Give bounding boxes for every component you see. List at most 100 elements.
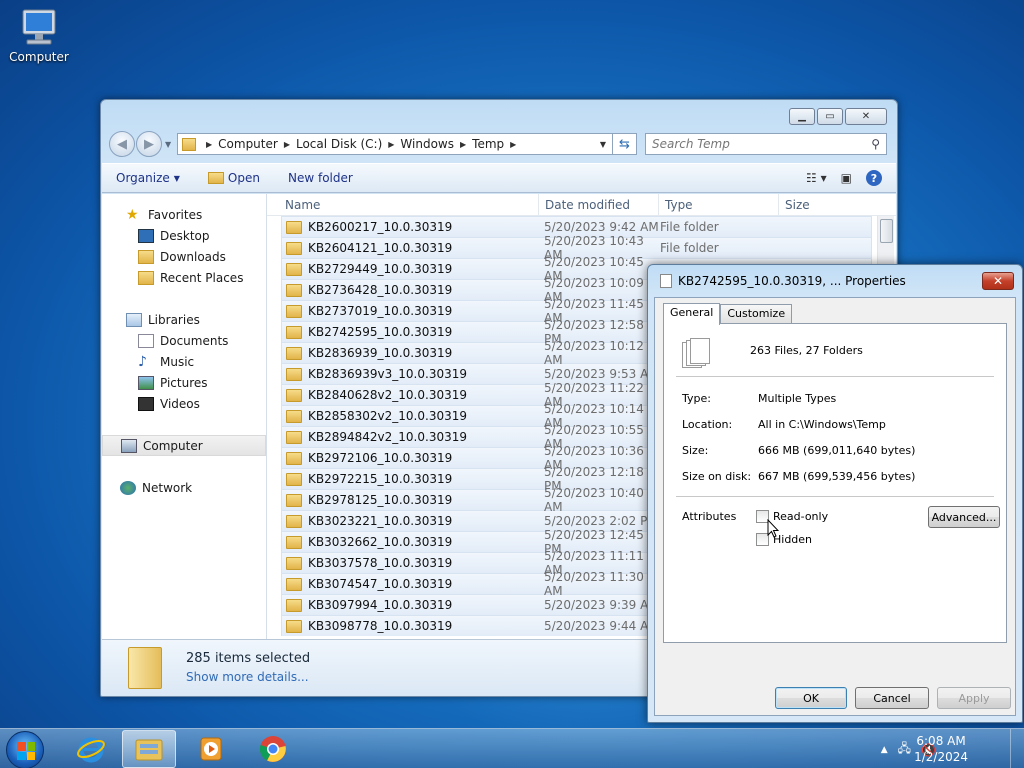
location-label: Location: bbox=[682, 418, 733, 431]
nav-computer[interactable]: Computer bbox=[102, 435, 266, 456]
breadcrumb-local-disk[interactable]: Local Disk (C:) bbox=[296, 137, 382, 151]
breadcrumb-arrow-icon[interactable]: ▶ bbox=[284, 140, 290, 149]
desktop-computer-icon[interactable]: Computer bbox=[6, 8, 72, 64]
search-icon[interactable]: ⚲ bbox=[871, 137, 880, 151]
forward-arrow-icon: ▶ bbox=[144, 136, 154, 152]
column-date-modified[interactable]: Date modified bbox=[539, 194, 659, 215]
nav-libraries-label: Libraries bbox=[148, 312, 200, 327]
size-on-disk-value: 667 MB (699,539,456 bytes) bbox=[758, 470, 916, 483]
taskbar-windows-explorer[interactable] bbox=[122, 730, 176, 768]
folder-icon bbox=[286, 430, 302, 444]
start-button[interactable] bbox=[6, 731, 44, 768]
taskbar-internet-explorer[interactable] bbox=[64, 730, 118, 768]
file-name: KB2858302v2_10.0.30319 bbox=[308, 409, 467, 423]
file-name-cell: KB2836939_10.0.30319 bbox=[282, 346, 540, 360]
open-button[interactable]: Open bbox=[207, 171, 260, 185]
breadcrumb-arrow-icon[interactable]: ▶ bbox=[206, 140, 212, 149]
close-button[interactable]: ✕ bbox=[845, 108, 887, 125]
multiple-files-icon bbox=[682, 338, 712, 368]
tab-general[interactable]: General bbox=[663, 303, 721, 325]
command-bar: Organize ▼ Open New folder ☷ ▾ ▣ ? bbox=[102, 163, 896, 193]
recent-pages-dropdown[interactable]: ▼ bbox=[165, 140, 175, 149]
pictures-icon bbox=[138, 375, 154, 390]
attributes-label: Attributes bbox=[682, 510, 737, 523]
scrollbar-thumb[interactable] bbox=[880, 219, 893, 243]
network-status-icon[interactable]: 🖧 bbox=[898, 739, 911, 760]
size-on-disk-label: Size on disk: bbox=[682, 470, 752, 483]
view-options-icon[interactable]: ☷ ▾ bbox=[806, 171, 827, 185]
back-button[interactable]: ◀ bbox=[109, 131, 135, 157]
breadcrumb-arrow-icon[interactable]: ▶ bbox=[460, 140, 466, 149]
refresh-button[interactable]: ⇆ bbox=[613, 133, 637, 155]
breadcrumb-computer[interactable]: Computer bbox=[218, 137, 278, 151]
show-desktop-button[interactable] bbox=[1010, 729, 1024, 768]
nav-favorites[interactable]: ★ Favorites bbox=[102, 204, 266, 225]
address-bar[interactable]: ▶ Computer ▶ Local Disk (C:) ▶ Windows ▶… bbox=[177, 133, 613, 155]
column-name[interactable]: Name bbox=[267, 194, 539, 215]
search-input[interactable]: Search Temp ⚲ bbox=[645, 133, 887, 155]
folder-icon bbox=[286, 451, 302, 465]
file-name-cell: KB3032662_10.0.30319 bbox=[282, 535, 540, 549]
new-folder-button[interactable]: New folder bbox=[288, 171, 353, 185]
downloads-icon bbox=[138, 249, 154, 264]
close-icon: ✕ bbox=[992, 274, 1004, 288]
date-modified-cell: 5/20/2023 9:53 AM bbox=[544, 367, 659, 381]
clock[interactable]: 6:08 AM 1/2/2024 bbox=[914, 733, 968, 765]
hidden-checkbox[interactable]: Hidden bbox=[756, 533, 812, 546]
computer-icon bbox=[22, 9, 56, 45]
nav-recent-places[interactable]: Recent Places bbox=[102, 267, 266, 288]
dialog-close-button[interactable]: ✕ bbox=[982, 272, 1014, 290]
folder-icon bbox=[286, 262, 302, 276]
open-folder-icon bbox=[207, 172, 224, 184]
apply-button[interactable]: Apply bbox=[937, 687, 1011, 709]
folder-icon bbox=[286, 409, 302, 423]
show-more-details-link[interactable]: Show more details... bbox=[186, 670, 310, 684]
nav-downloads[interactable]: Downloads bbox=[102, 246, 266, 267]
breadcrumb-windows[interactable]: Windows bbox=[400, 137, 454, 151]
address-dropdown-icon[interactable]: ▼ bbox=[600, 140, 606, 149]
forward-button[interactable]: ▶ bbox=[136, 131, 162, 157]
nav-pictures[interactable]: Pictures bbox=[102, 372, 266, 393]
nav-videos-label: Videos bbox=[160, 396, 200, 411]
nav-documents[interactable]: Documents bbox=[102, 330, 266, 351]
date-modified-cell: 5/20/2023 10:12 AM bbox=[544, 339, 644, 367]
navigation-pane: ★ Favorites Desktop Downloads Recent Pla… bbox=[102, 194, 267, 639]
folder-icon bbox=[286, 556, 302, 570]
tab-customize[interactable]: Customize bbox=[720, 304, 793, 324]
type-value: Multiple Types bbox=[758, 392, 837, 405]
size-value: 666 MB (699,011,640 bytes) bbox=[758, 444, 916, 457]
ok-button[interactable]: OK bbox=[775, 687, 847, 709]
organize-button[interactable]: Organize ▼ bbox=[116, 171, 180, 185]
type-cell: File folder bbox=[660, 220, 719, 234]
preview-pane-icon[interactable]: ▣ bbox=[841, 171, 852, 185]
column-size[interactable]: Size bbox=[779, 194, 859, 215]
breadcrumb-arrow-icon[interactable]: ▶ bbox=[388, 140, 394, 149]
folder-icon bbox=[286, 514, 302, 528]
breadcrumb-arrow-icon[interactable]: ▶ bbox=[510, 140, 516, 149]
nav-computer-label: Computer bbox=[143, 438, 203, 453]
folder-icon bbox=[286, 283, 302, 297]
nav-music[interactable]: ♪ Music bbox=[102, 351, 266, 372]
taskbar-media-player[interactable] bbox=[184, 730, 238, 768]
search-placeholder: Search Temp bbox=[652, 137, 730, 151]
nav-videos[interactable]: Videos bbox=[102, 393, 266, 414]
advanced-button[interactable]: Advanced... bbox=[928, 506, 1000, 528]
file-name-cell: KB2894842v2_10.0.30319 bbox=[282, 430, 540, 444]
nav-desktop[interactable]: Desktop bbox=[102, 225, 266, 246]
file-name: KB3037578_10.0.30319 bbox=[308, 556, 453, 570]
file-name: KB2729449_10.0.30319 bbox=[308, 262, 453, 276]
show-hidden-icons-icon[interactable]: ▲ bbox=[881, 745, 888, 755]
column-type[interactable]: Type bbox=[659, 194, 779, 215]
breadcrumb-temp[interactable]: Temp bbox=[472, 137, 504, 151]
folder-icon bbox=[286, 220, 302, 234]
cancel-button[interactable]: Cancel bbox=[855, 687, 929, 709]
taskbar-chrome[interactable] bbox=[246, 730, 300, 768]
nav-network[interactable]: Network bbox=[102, 477, 266, 498]
nav-libraries[interactable]: Libraries bbox=[102, 309, 266, 330]
maximize-button[interactable]: ▭ bbox=[817, 108, 843, 125]
minimize-icon: ▁ bbox=[798, 111, 806, 122]
computer-icon bbox=[121, 438, 137, 453]
windows-explorer-icon bbox=[135, 739, 163, 761]
minimize-button[interactable]: ▁ bbox=[789, 108, 815, 125]
help-icon[interactable]: ? bbox=[866, 170, 882, 186]
